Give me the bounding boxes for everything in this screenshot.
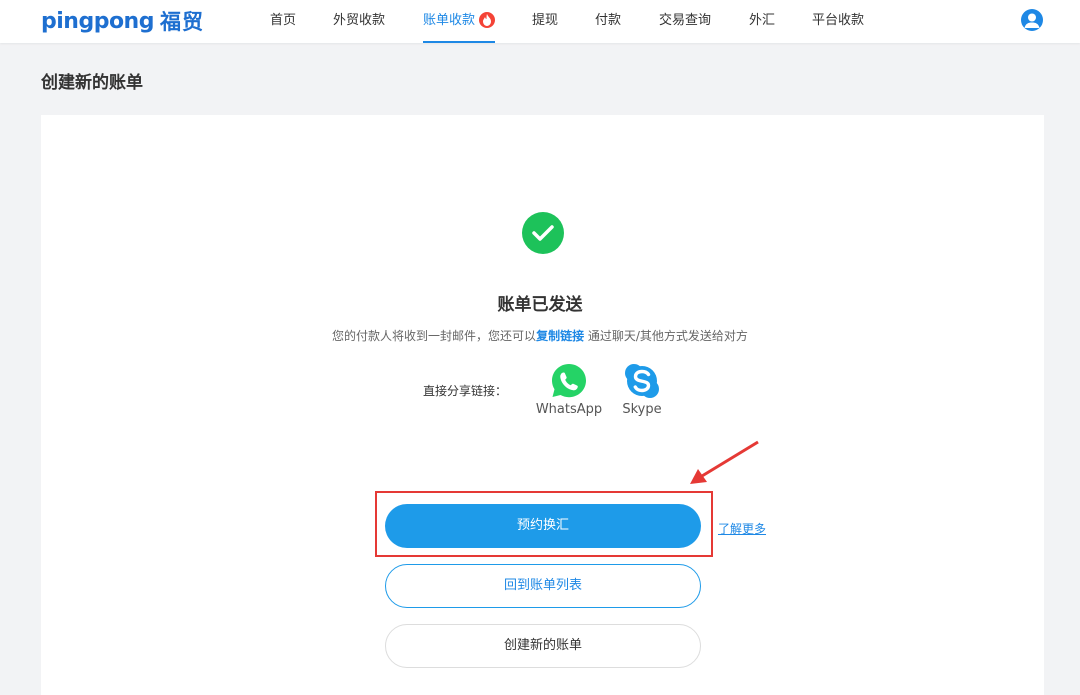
user-icon <box>1024 13 1040 28</box>
skype-label: Skype <box>622 402 662 417</box>
whatsapp-icon <box>550 362 588 400</box>
nav-item-forex[interactable]: 外汇 <box>749 0 775 43</box>
create-new-invoice-button[interactable]: 创建新的账单 <box>385 624 701 668</box>
nav-item-label: 账单收款 <box>423 13 476 28</box>
copy-link[interactable]: 复制链接 <box>536 329 584 343</box>
page-title: 创建新的账单 <box>41 73 143 93</box>
nav-item-withdraw[interactable]: 提现 <box>532 0 558 43</box>
nav-item-platform-collection[interactable]: 平台收款 <box>812 0 864 43</box>
share-skype[interactable]: Skype <box>597 362 687 417</box>
nav-item-invoice-collection[interactable]: 账单收款 <box>423 0 496 43</box>
desc-text-after: 通过聊天/其他方式发送给对方 <box>584 329 748 343</box>
top-nav-bar: pingpong 福贸 首页 外贸收款 账单收款 提现 付款 交易查询 外汇 平… <box>0 0 1080 43</box>
share-label: 直接分享链接： <box>423 384 508 398</box>
nav-item-payment[interactable]: 付款 <box>595 0 621 43</box>
brand-logo[interactable]: pingpong 福贸 <box>41 7 204 35</box>
red-arrow-annotation <box>690 440 759 484</box>
result-description: 您的付款人将收到一封邮件，您还可以复制链接 通过聊天/其他方式发送给对方 <box>0 327 1080 344</box>
result-title: 账单已发送 <box>497 295 583 315</box>
logo-cn-text: 福贸 <box>159 10 204 34</box>
back-to-list-button[interactable]: 回到账单列表 <box>385 564 701 608</box>
nav-item-transactions[interactable]: 交易查询 <box>659 0 711 43</box>
learn-more-link[interactable]: 了解更多 <box>718 520 766 537</box>
nav-item-home[interactable]: 首页 <box>270 0 296 43</box>
success-check-icon <box>522 212 564 254</box>
fire-icon <box>479 11 496 28</box>
book-exchange-button[interactable]: 预约换汇 <box>385 504 701 548</box>
desc-text-before: 您的付款人将收到一封邮件，您还可以 <box>332 329 537 343</box>
user-avatar[interactable] <box>1021 9 1043 31</box>
logo-text: pingpong <box>41 8 154 34</box>
nav-item-trade-collection[interactable]: 外贸收款 <box>333 0 385 43</box>
skype-icon <box>623 362 661 400</box>
